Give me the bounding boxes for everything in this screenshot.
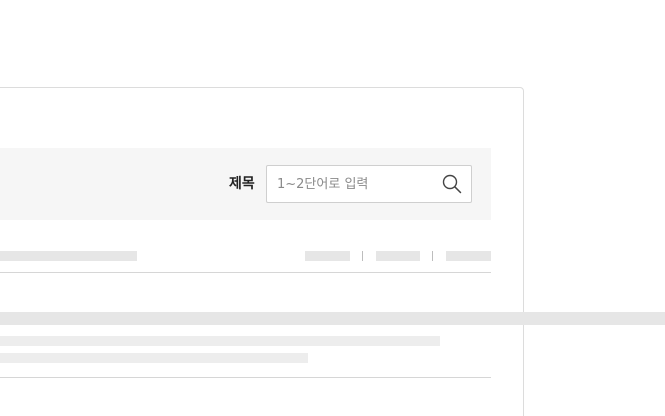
search-field (266, 165, 472, 203)
header-title-placeholder (0, 251, 137, 261)
search-button[interactable] (441, 173, 463, 195)
search-label: 제목 (229, 176, 255, 192)
list-item-title-placeholder (0, 312, 665, 325)
list-item-divider (0, 377, 491, 378)
meta-separator (432, 251, 433, 261)
header-meta-placeholder (446, 251, 491, 261)
list-item-text-placeholder (0, 353, 308, 363)
search-input[interactable] (267, 166, 437, 202)
search-icon (442, 174, 462, 194)
header-meta-placeholder (376, 251, 420, 261)
list-item-text-placeholder (0, 336, 440, 346)
page: 제목 (0, 0, 665, 416)
meta-separator (362, 251, 363, 261)
header-divider (0, 272, 491, 273)
header-meta-placeholder (305, 251, 350, 261)
